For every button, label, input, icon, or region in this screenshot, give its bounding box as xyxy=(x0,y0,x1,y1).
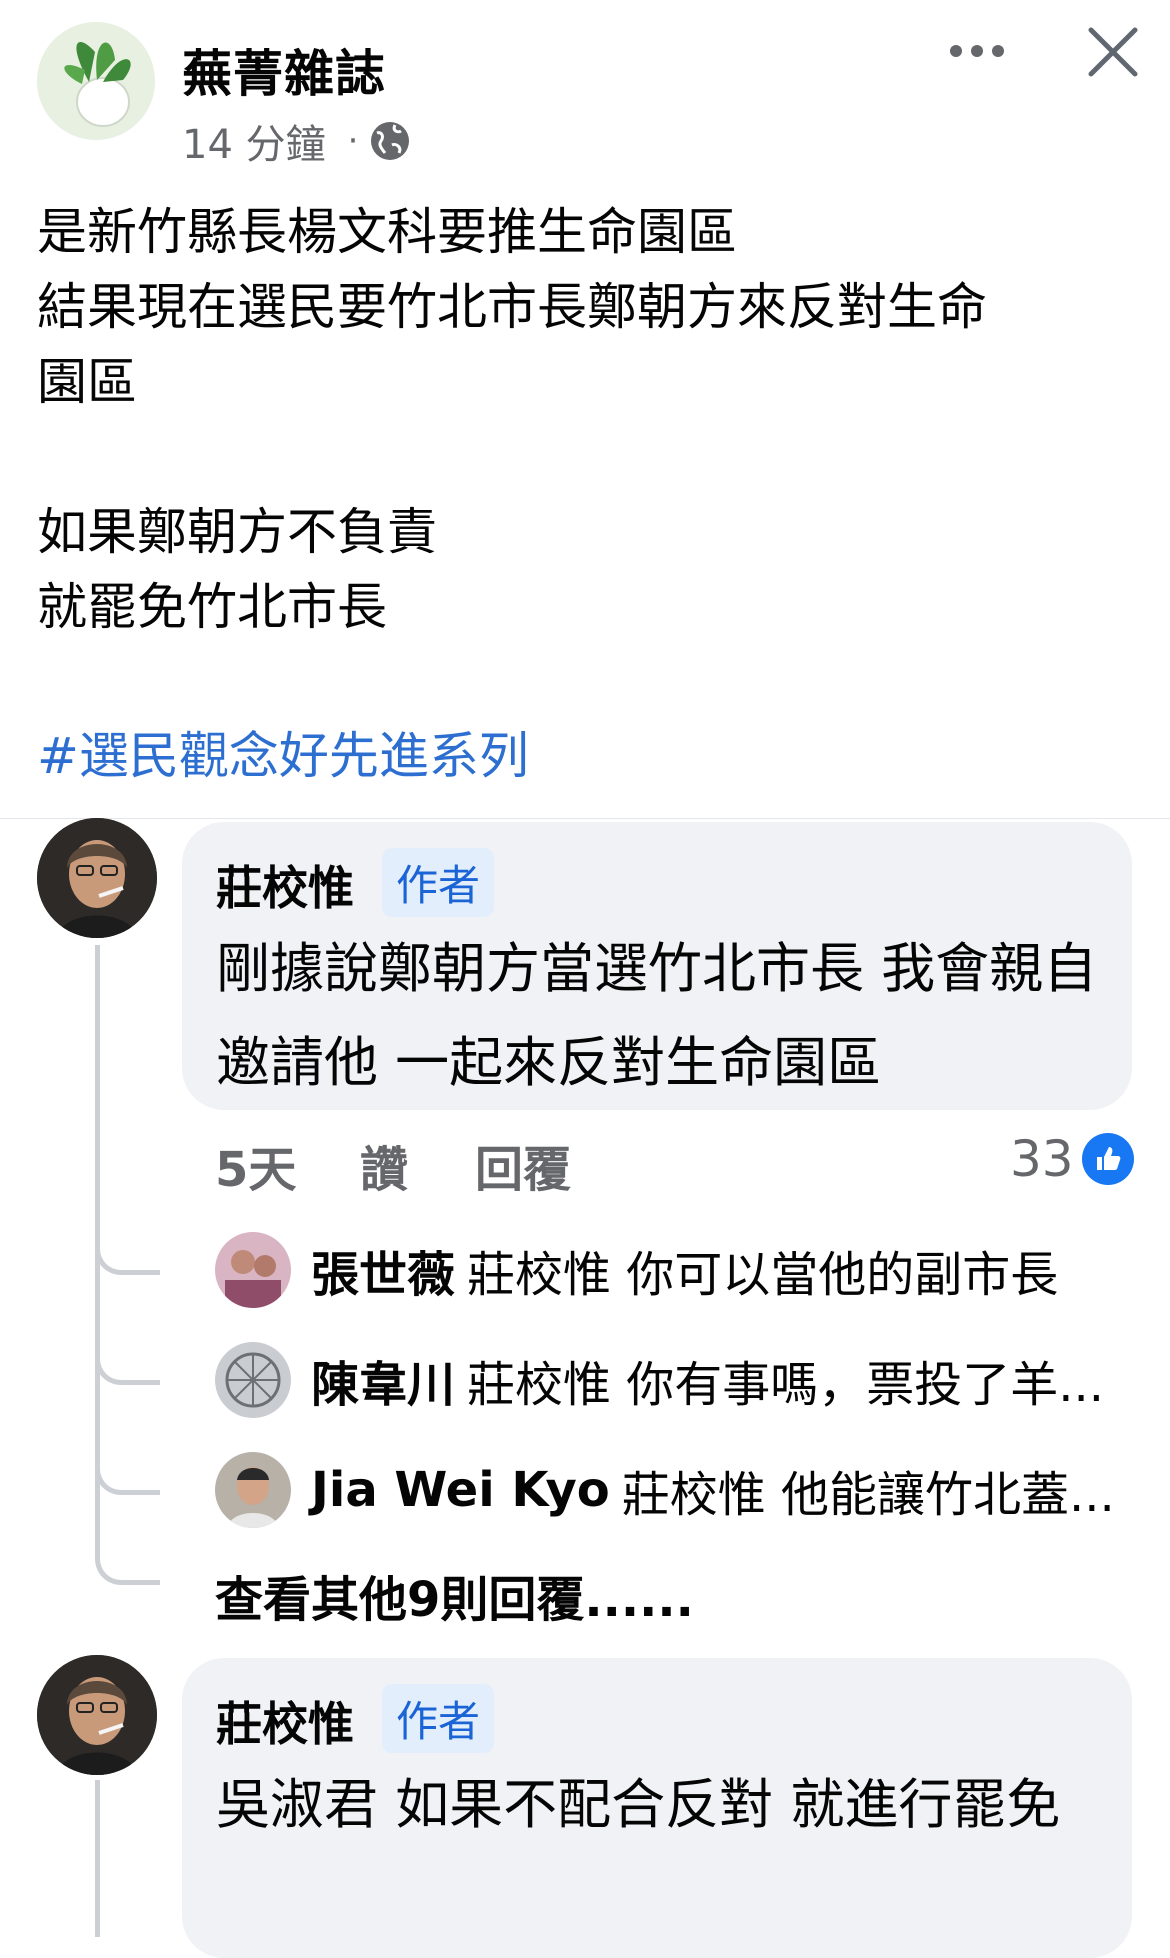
comment-text: 剛據說鄭朝方當選竹北市長 我會親自邀請他 一起來反對生命園區 xyxy=(216,937,1098,1094)
author-badge: 作者 xyxy=(382,848,495,917)
view-more-replies-link[interactable]: 查看其他9則回覆...... xyxy=(215,1560,694,1630)
comment-bubble: 莊校惟 作者 剛據說鄭朝方當選竹北市長 我會親自邀請他 一起來反對生命園區 xyxy=(182,822,1132,1110)
thumbs-up-icon xyxy=(1081,1133,1134,1185)
comment-avatar[interactable] xyxy=(37,1655,157,1775)
close-icon[interactable] xyxy=(1083,22,1143,82)
reply-author[interactable]: Jia Wei Kyo xyxy=(311,1462,610,1518)
post-paragraph-1: 是新竹縣長楊文科要推生命園區 結果現在選民要竹北市長鄭朝方來反對生命 園區 xyxy=(37,203,987,411)
like-button[interactable]: 讚 xyxy=(360,1130,408,1200)
hashtag-link[interactable]: #選民觀念好先進系列 xyxy=(37,716,529,788)
reply-text: 莊校惟 你可以當他的副市長 xyxy=(467,1247,1059,1303)
reply-item[interactable]: Jia Wei Kyo 莊校惟 他能讓竹北蓋... xyxy=(215,1450,1115,1530)
reply-avatar[interactable] xyxy=(215,1342,291,1418)
reply-author[interactable]: 張世薇 xyxy=(311,1235,455,1305)
post-text: 是新竹縣長楊文科要推生命園區 結果現在選民要竹北市長鄭朝方來反對生命 園區 如果… xyxy=(37,195,1137,645)
page-name[interactable]: 蕪菁雜誌 xyxy=(182,34,386,106)
thread-line xyxy=(95,1780,100,1937)
globe-icon xyxy=(371,122,410,160)
thread-branch xyxy=(95,1400,160,1495)
like-count: 33 xyxy=(1010,1130,1074,1188)
reply-author[interactable]: 陳韋川 xyxy=(311,1345,455,1415)
reaction-count[interactable]: 33 xyxy=(1010,1130,1134,1188)
post-paragraph-2: 如果鄭朝方不負責 就罷免竹北市長 xyxy=(37,503,437,636)
comment-author[interactable]: 莊校惟 xyxy=(216,852,354,918)
post-meta: 14 分鐘 · xyxy=(182,112,412,170)
post-time[interactable]: 14 分鐘 xyxy=(182,112,326,170)
page-avatar[interactable] xyxy=(37,22,155,140)
reply-item[interactable]: 陳韋川 莊校惟 你有事嗎，票投了羊... xyxy=(215,1340,1104,1420)
reply-text: 莊校惟 你有事嗎，票投了羊... xyxy=(467,1357,1105,1413)
person-photo-icon xyxy=(37,818,157,938)
comment-bubble: 莊校惟 作者 吳淑君 如果不配合反對 就進行罷免 xyxy=(182,1658,1132,1958)
author-badge: 作者 xyxy=(382,1684,495,1753)
thread-branch xyxy=(95,1180,160,1275)
comment-time[interactable]: 5天 xyxy=(215,1130,296,1200)
comment-author[interactable]: 莊校惟 xyxy=(216,1688,354,1754)
reply-text: 莊校惟 他能讓竹北蓋... xyxy=(621,1467,1115,1523)
meta-separator: · xyxy=(347,121,359,161)
person-photo-icon xyxy=(37,1655,157,1775)
more-horizontal-icon[interactable] xyxy=(950,36,1014,66)
comment-avatar[interactable] xyxy=(37,818,157,938)
turnip-logo-icon xyxy=(37,22,155,140)
thread-branch xyxy=(95,1290,160,1385)
comment-text: 吳淑君 如果不配合反對 就進行罷免 xyxy=(216,1773,1061,1836)
reply-item[interactable]: 張世薇 莊校惟 你可以當他的副市長 xyxy=(215,1230,1058,1310)
reply-avatar[interactable] xyxy=(215,1452,291,1528)
reply-button[interactable]: 回覆 xyxy=(475,1130,571,1200)
thread-branch xyxy=(95,1490,160,1585)
reply-avatar[interactable] xyxy=(215,1232,291,1308)
divider xyxy=(0,818,1170,819)
